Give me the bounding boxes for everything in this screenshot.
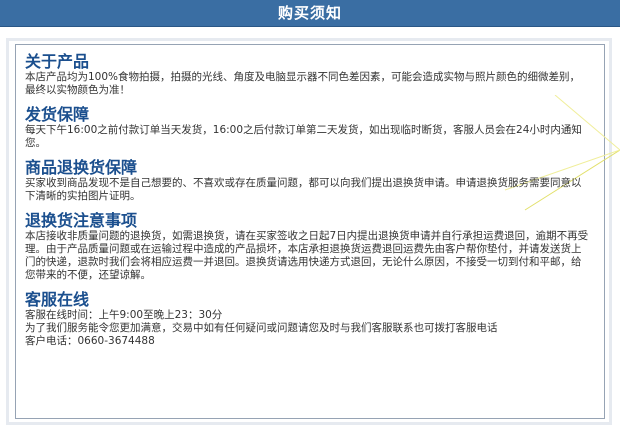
service-hours: 客服在线时间：上午9:00至晚上23：30分	[25, 309, 223, 321]
section-customer-service: 客服在线 客服在线时间：上午9:00至晚上23：30分 为了我们服务能令您更加满…	[25, 290, 590, 348]
section-title: 商品退换货保障	[25, 158, 138, 177]
service-contact-note: 为了我们服务能令您更加满意，交易中如有任何疑问或问题请您及时与我们客服联系也可拨…	[25, 322, 498, 334]
section-body: 买家收到商品发现不是自己想要的、不喜欢或存在质量问题，都可以向我们提出退换货申请…	[25, 177, 582, 202]
section-title: 客服在线	[25, 290, 90, 309]
section-body: 本店产品均为100%食物拍摄，拍摄的光线、角度及电脑显示器不同色差因素，可能会造…	[25, 71, 581, 96]
notice-content: 关于产品 本店产品均为100%食物拍摄，拍摄的光线、角度及电脑显示器不同色差因素…	[25, 52, 590, 348]
service-phone: 客户电话：0660-3674488	[25, 335, 155, 347]
section-title: 关于产品	[25, 52, 90, 71]
section-return-notes: 退换货注意事项 本店接收非质量问题的退换货，如需退换货，请在买家签收之日起7日内…	[25, 211, 590, 282]
section-body: 本店接收非质量问题的退换货，如需退换货，请在买家签收之日起7日内提出退换货申请并…	[25, 230, 589, 281]
page-title: 购买须知	[277, 4, 342, 22]
section-body: 每天下午16:00之前付款订单当天发货，16:00之后付款订单第二天发货，如出现…	[25, 124, 582, 149]
section-title: 退换货注意事项	[25, 211, 138, 230]
section-title: 发货保障	[25, 105, 90, 124]
section-return-guarantee: 商品退换货保障 买家收到商品发现不是自己想要的、不喜欢或存在质量问题，都可以向我…	[25, 158, 590, 203]
section-shipping: 发货保障 每天下午16:00之前付款订单当天发货，16:00之后付款订单第二天发…	[25, 105, 590, 150]
section-about-product: 关于产品 本店产品均为100%食物拍摄，拍摄的光线、角度及电脑显示器不同色差因素…	[25, 52, 590, 97]
